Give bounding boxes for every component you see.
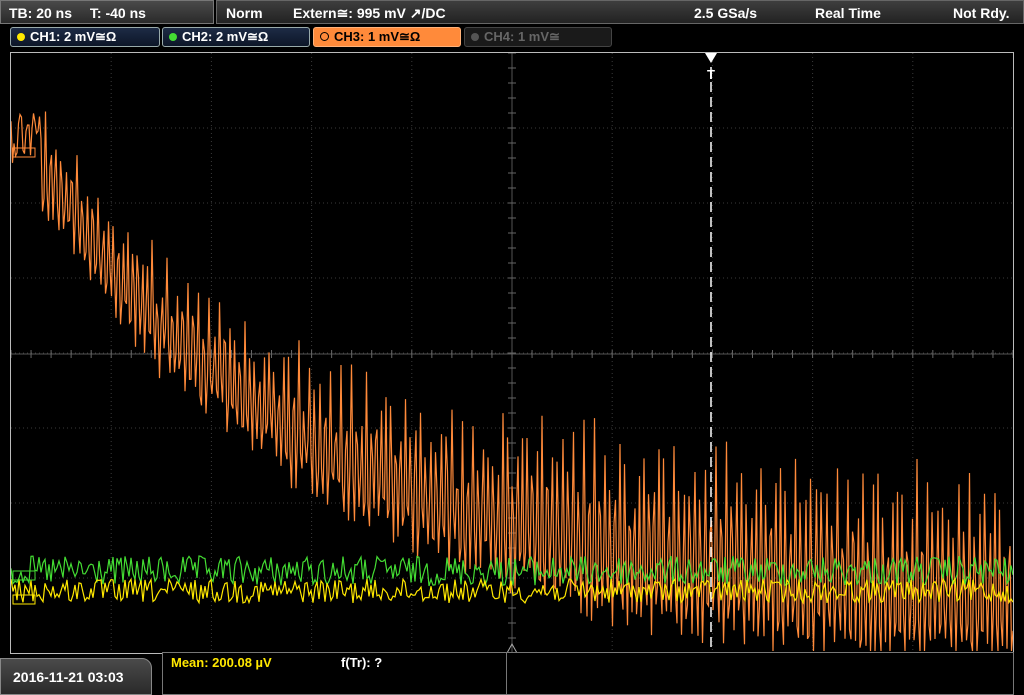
trigger-mode: Norm <box>226 5 263 21</box>
channel-2-tab[interactable]: CH2: 2 mV≅Ω <box>162 27 310 47</box>
channel-4-tab[interactable]: CH4: 1 mV≅ <box>464 27 612 47</box>
channel-1-dot-icon <box>17 33 25 41</box>
channel-2-label: CH2: 2 mV≅Ω <box>182 29 269 44</box>
timebase-panel[interactable]: TB: 20 ns T: -40 ns <box>0 0 214 24</box>
timestamp: 2016-11-21 03:03 <box>0 658 152 695</box>
trigger-arrow-icon <box>705 53 717 63</box>
frequency-measurement: f(Tr): ? <box>341 655 383 670</box>
run-status: Not Rdy. <box>953 5 1010 21</box>
trigger-marker-label: T <box>707 67 715 82</box>
channel-3-tab[interactable]: CH3: 1 mV≅Ω <box>313 27 461 47</box>
trigger-time-value: T: -40 ns <box>89 5 146 21</box>
acquisition-mode: Real Time <box>815 5 881 21</box>
trigger-panel[interactable]: Norm Extern≅: 995 mV ↗/DC 2.5 GSa/s Real… <box>216 0 1024 24</box>
channel-3-label: CH3: 1 mV≅Ω <box>334 29 421 44</box>
channel-3-dot-icon <box>320 32 329 41</box>
channel-1-label: CH1: 2 mV≅Ω <box>30 29 117 44</box>
channel-2-dot-icon <box>169 33 177 41</box>
bottom-bar: 2016-11-21 03:03 Mean: 200.08 µV f(Tr): … <box>0 652 1024 695</box>
waveform-display[interactable]: T <box>10 52 1014 654</box>
measurement-panel[interactable]: Mean: 200.08 µV f(Tr): ? <box>162 652 1014 695</box>
timebase-value: TB: 20 ns <box>9 5 73 21</box>
measurement-divider <box>506 653 507 694</box>
trigger-source: Extern≅: 995 mV ↗/DC <box>293 5 446 21</box>
waveform-plot[interactable]: T <box>11 53 1013 653</box>
sample-rate: 2.5 GSa/s <box>694 5 758 21</box>
channel-4-label: CH4: 1 mV≅ <box>484 29 560 44</box>
status-bar: TB: 20 ns T: -40 ns Norm Extern≅: 995 mV… <box>0 0 1024 24</box>
mean-measurement: Mean: 200.08 µV <box>171 655 272 670</box>
channel-4-dot-icon <box>471 33 479 41</box>
channel-1-tab[interactable]: CH1: 2 mV≅Ω <box>10 27 160 47</box>
